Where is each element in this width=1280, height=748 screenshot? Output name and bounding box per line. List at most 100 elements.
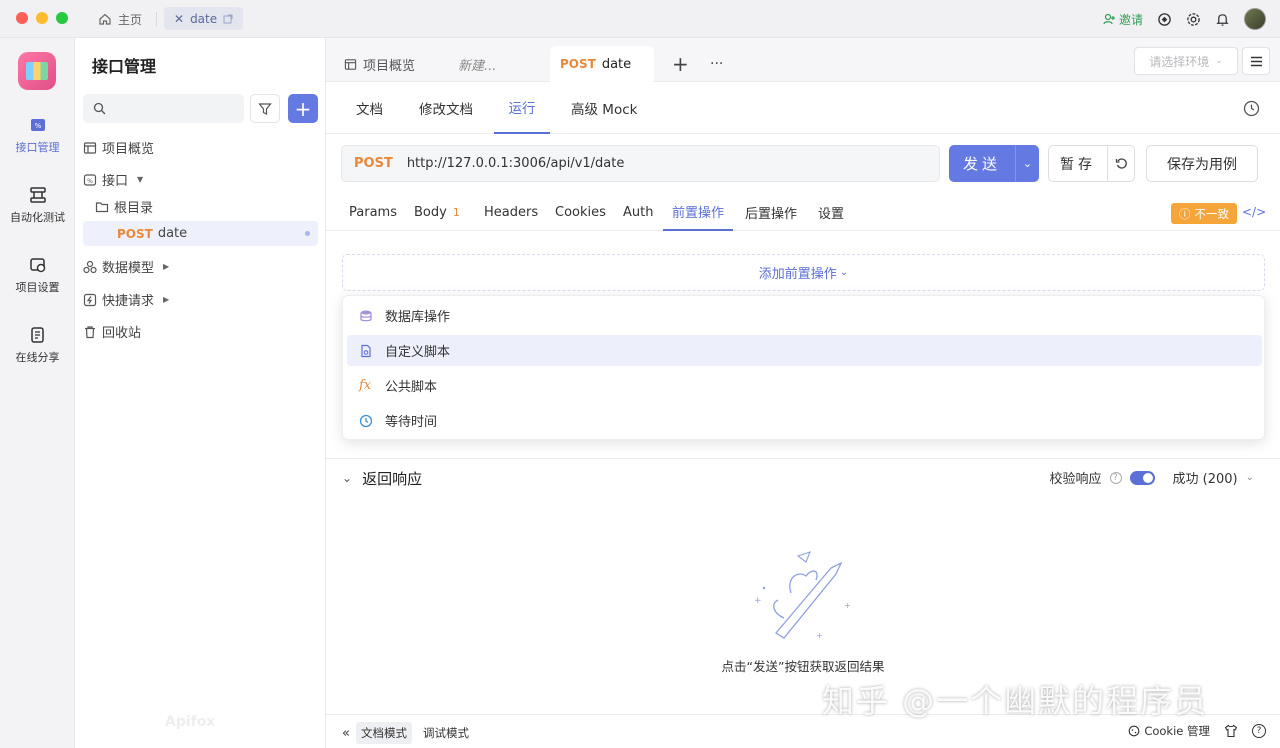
- tab-headers[interactable]: Headers: [484, 194, 538, 231]
- tree-item-label: 接口: [102, 174, 129, 189]
- pre-processor-menu: 数据库操作 自定义脚本 fx 公共脚本 等待时间: [342, 295, 1265, 440]
- more-tabs-button[interactable]: ···: [700, 46, 733, 82]
- doc-mode-button[interactable]: 文档模式: [355, 722, 412, 744]
- menu-button[interactable]: [1242, 47, 1270, 75]
- rail-label: 项目设置: [15, 281, 60, 294]
- add-pre-processor-button[interactable]: 添加前置操作 ⌄: [342, 254, 1265, 291]
- doc-tab-date[interactable]: ✕ date: [164, 7, 244, 30]
- tree-item-label: 数据模型: [102, 261, 155, 276]
- filter-button[interactable]: [250, 94, 280, 123]
- add-user-icon: [1103, 13, 1115, 25]
- send-button[interactable]: 发送: [949, 145, 1015, 182]
- rail-label: 在线分享: [15, 351, 60, 364]
- count-badge: 1: [452, 206, 460, 219]
- save-temp-button[interactable]: 暂存: [1048, 145, 1108, 182]
- history-icon[interactable]: [1243, 100, 1260, 117]
- search-input[interactable]: [83, 94, 244, 123]
- method-select[interactable]: POST: [354, 156, 393, 171]
- collapse-icon[interactable]: «: [342, 726, 350, 741]
- ellipsis-icon: ···: [710, 56, 724, 72]
- rail-item-project-settings[interactable]: 项目设置: [0, 256, 75, 295]
- tab-advanced-mock[interactable]: 高级 Mock: [571, 82, 637, 134]
- send-options-button[interactable]: ⌄: [1015, 145, 1039, 182]
- tab-project-overview[interactable]: 项目概览: [334, 46, 425, 82]
- help-icon[interactable]: ?: [1252, 724, 1266, 738]
- minimize-window-button[interactable]: [36, 12, 48, 24]
- sidebar-title: 接口管理: [92, 57, 157, 76]
- tab-label: date: [601, 56, 632, 72]
- clock-icon: [359, 414, 373, 427]
- overlay-watermark: 知乎 @一个幽默的程序员: [822, 682, 1209, 720]
- tab-run[interactable]: 运行: [494, 82, 550, 134]
- debug-mode-button[interactable]: 调试模式: [418, 722, 474, 744]
- reset-button[interactable]: [1107, 145, 1135, 182]
- cookie-label: Cookie 管理: [1144, 724, 1210, 738]
- bell-icon[interactable]: [1215, 12, 1230, 27]
- gear-icon[interactable]: [1186, 12, 1201, 27]
- close-window-button[interactable]: [16, 12, 28, 24]
- tree-item-root[interactable]: 根目录: [83, 194, 318, 219]
- tab-cookies[interactable]: Cookies: [555, 194, 606, 231]
- tree-item-overview[interactable]: 项目概览: [83, 135, 318, 160]
- environment-select[interactable]: 请选择环境 ⌄: [1134, 47, 1238, 75]
- help-icon[interactable]: ?: [1109, 471, 1122, 484]
- avatar[interactable]: [1244, 8, 1266, 30]
- tab-settings[interactable]: 设置: [818, 194, 844, 231]
- menu-item-custom-script[interactable]: 自定义脚本: [347, 335, 1262, 366]
- menu-item-label: 自定义脚本: [385, 345, 451, 360]
- url-input[interactable]: POST http://127.0.0.1:3006/api/v1/date: [341, 145, 940, 182]
- tree-item-post-date[interactable]: POST date: [83, 221, 318, 246]
- save-as-case-button[interactable]: 保存为用例: [1146, 145, 1258, 182]
- tab-label: Params: [349, 205, 397, 220]
- caret-down-icon: ▼: [137, 175, 144, 184]
- tab-body[interactable]: Body 1: [414, 194, 460, 231]
- svg-text:+: +: [844, 601, 851, 610]
- tab-params[interactable]: Params: [349, 194, 397, 231]
- tree-item-quick[interactable]: 快捷请求 ▶: [83, 287, 318, 312]
- add-button[interactable]: +: [288, 94, 318, 123]
- validate-label: 校验响应: [1049, 472, 1102, 487]
- tab-label: 后置操作: [745, 207, 798, 222]
- new-tab-button[interactable]: +: [662, 46, 699, 82]
- editor-tabs: 项目概览 新建... POST date + ··· 请选择环境 ⌄: [326, 38, 1280, 82]
- mismatch-badge[interactable]: ⓘ 不一致: [1171, 203, 1237, 224]
- code-icon[interactable]: </>: [1242, 205, 1266, 219]
- home-tab-label: 主页: [118, 12, 143, 27]
- response-header[interactable]: ⌄ 返回响应: [342, 468, 422, 488]
- tab-auth[interactable]: Auth: [623, 194, 653, 231]
- tree-item-models[interactable]: 数据模型 ▶: [83, 254, 318, 279]
- tree-item-api[interactable]: % 接口 ▼: [83, 167, 318, 192]
- menu-item-common-script[interactable]: fx 公共脚本: [347, 370, 1262, 401]
- tab-new[interactable]: 新建...: [448, 46, 506, 82]
- cookie-manager-button[interactable]: Cookie 管理: [1128, 723, 1210, 739]
- menu-item-wait-time[interactable]: 等待时间: [347, 405, 1262, 436]
- undo-icon: [1115, 158, 1127, 169]
- shirt-icon[interactable]: [1224, 724, 1238, 738]
- tree-item-trash[interactable]: 回收站: [83, 319, 318, 344]
- tree-item-label: 项目概览: [102, 142, 155, 157]
- main-panel: 项目概览 新建... POST date + ··· 请选择环境 ⌄ 文档 修改…: [326, 38, 1280, 748]
- rail-item-api-management[interactable]: % 接口管理: [0, 116, 75, 155]
- tab-doc[interactable]: 文档: [356, 82, 383, 134]
- chevron-down-icon: ⌄: [1022, 157, 1033, 170]
- divider: [326, 458, 1280, 459]
- invite-button[interactable]: 邀请: [1103, 11, 1143, 28]
- tab-post-date[interactable]: POST date: [550, 46, 654, 82]
- menu-item-database[interactable]: 数据库操作: [347, 300, 1262, 331]
- maximize-window-button[interactable]: [56, 12, 68, 24]
- tab-edit-doc[interactable]: 修改文档: [419, 82, 473, 134]
- validate-toggle[interactable]: [1129, 470, 1155, 485]
- rail-label: 自动化测试: [10, 211, 65, 224]
- tab-pre-processors[interactable]: 前置操作: [663, 194, 733, 231]
- rail-item-share[interactable]: 在线分享: [0, 326, 75, 365]
- external-link-icon[interactable]: [223, 14, 233, 24]
- sync-icon[interactable]: [1157, 12, 1172, 27]
- tree-item-label: 回收站: [102, 326, 142, 341]
- response-status-select[interactable]: 成功 (200): [1173, 468, 1238, 487]
- home-tab[interactable]: 主页: [98, 8, 142, 30]
- tab-post-processors[interactable]: 后置操作: [745, 194, 797, 231]
- database-icon: [360, 310, 372, 321]
- rail-item-automation[interactable]: 自动化测试: [0, 186, 75, 225]
- layout-icon: [344, 58, 357, 70]
- close-icon[interactable]: ✕: [174, 12, 184, 26]
